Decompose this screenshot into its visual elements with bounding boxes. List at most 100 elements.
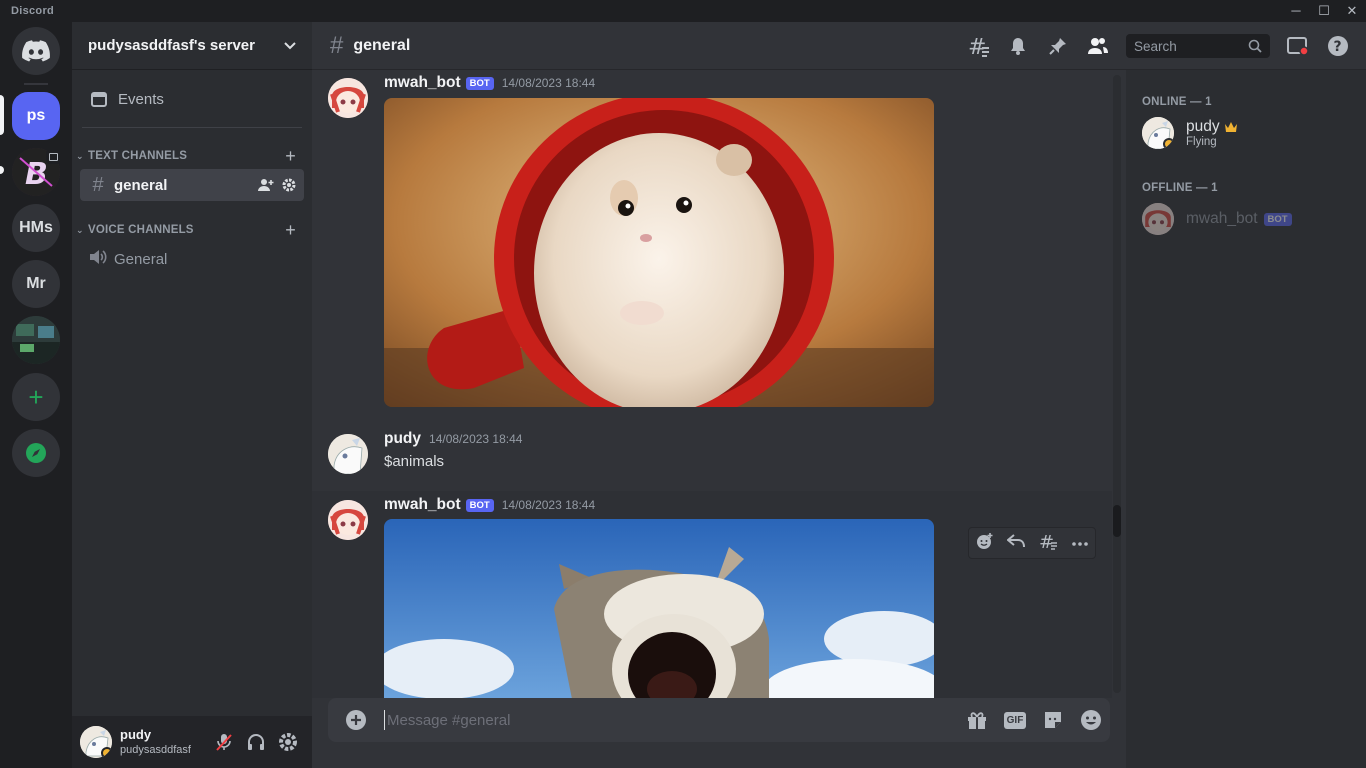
avatar[interactable] xyxy=(80,726,112,758)
image-attachment-hamster[interactable] xyxy=(384,98,934,407)
channel-name: general xyxy=(114,176,168,194)
member-list-button[interactable] xyxy=(1086,34,1110,58)
message-author[interactable]: mwah_bot xyxy=(384,74,461,92)
message-input[interactable] xyxy=(384,710,958,730)
scrollbar-track[interactable] xyxy=(1113,75,1121,693)
deafen-button[interactable] xyxy=(240,726,272,758)
idle-status-icon xyxy=(1163,138,1174,149)
create-channel-icon[interactable]: + xyxy=(285,220,296,241)
crown-icon xyxy=(1224,122,1237,132)
emoji-button[interactable] xyxy=(1072,704,1110,736)
minimize-button[interactable]: ─ xyxy=(1284,2,1308,20)
gift-button[interactable] xyxy=(958,704,996,736)
discord-home-button[interactable] xyxy=(12,27,60,75)
message: pudy 14/08/2023 18:44 $animals xyxy=(312,430,1112,480)
help-icon: ? xyxy=(1328,36,1348,56)
plus-icon: + xyxy=(28,381,44,412)
threads-button[interactable]: # xyxy=(966,34,990,58)
online-header: ONLINE — 1 xyxy=(1142,96,1212,108)
search-input[interactable]: Search xyxy=(1126,34,1270,58)
member-mwah-bot[interactable]: mwah_bot BOT xyxy=(1134,198,1358,240)
create-channel-icon[interactable]: + xyxy=(285,146,296,167)
avatar xyxy=(1142,203,1174,235)
close-button[interactable]: ✕ xyxy=(1340,2,1364,20)
emoji-icon xyxy=(1081,710,1101,730)
chevron-down-icon: ⌄ xyxy=(76,224,84,235)
invite-icon[interactable] xyxy=(258,178,274,192)
offline-header: OFFLINE — 1 xyxy=(1142,182,1218,194)
server-name: pudysasddfasf's server xyxy=(88,37,255,54)
category-label: TEXT CHANNELS xyxy=(88,150,188,162)
member-pudy[interactable]: pudy Flying xyxy=(1134,112,1358,154)
chat-header: # general # Search ? xyxy=(312,22,1366,70)
create-thread-icon[interactable]: # xyxy=(1038,531,1058,556)
gear-icon[interactable] xyxy=(282,178,296,192)
message-timestamp: 14/08/2023 18:44 xyxy=(501,76,596,90)
server-ps[interactable]: ps xyxy=(12,92,60,140)
avatar[interactable] xyxy=(328,500,368,540)
scrollbar-thumb[interactable] xyxy=(1113,505,1121,537)
events-link[interactable]: Events xyxy=(80,82,304,116)
chevron-down-icon xyxy=(284,41,296,49)
server-header[interactable]: pudysasddfasf's server xyxy=(72,22,312,70)
message: mwah_bot BOT 14/08/2023 18:44 xyxy=(312,74,1112,410)
category-text-channels[interactable]: ⌄ TEXT CHANNELS + xyxy=(76,146,308,166)
user-settings-button[interactable] xyxy=(272,726,304,758)
search-placeholder: Search xyxy=(1134,38,1177,54)
channel-general[interactable]: # general xyxy=(80,169,304,201)
more-options-icon[interactable] xyxy=(1071,534,1089,552)
inbox-button[interactable] xyxy=(1286,34,1310,58)
app-title: Discord xyxy=(11,5,55,17)
avatar[interactable] xyxy=(328,434,368,474)
member-status: Flying xyxy=(1186,136,1217,148)
separator xyxy=(24,83,48,85)
svg-text:B: B xyxy=(25,157,48,192)
microphone-muted-icon xyxy=(216,734,232,751)
explore-servers-button[interactable] xyxy=(12,429,60,477)
avatar xyxy=(1142,117,1174,149)
hashtag-icon: # xyxy=(330,31,344,59)
gif-label: GIF xyxy=(1003,711,1027,729)
bot-badge: BOT xyxy=(465,498,494,512)
inbox-icon xyxy=(1287,37,1309,56)
gear-icon xyxy=(279,733,297,751)
members-icon xyxy=(1088,38,1108,54)
bell-icon xyxy=(1011,38,1025,55)
sticker-icon xyxy=(1045,712,1061,728)
message-actions-toolbar: # xyxy=(968,527,1096,559)
channel-sidebar: pudysasddfasf's server Events ⌄ TEXT CHA… xyxy=(72,22,312,768)
notifications-button[interactable] xyxy=(1006,34,1030,58)
chat-area: # general # Search ? mwah_bot BOT 14/08/… xyxy=(312,22,1366,768)
reply-icon[interactable] xyxy=(1005,533,1025,554)
message-author[interactable]: pudy xyxy=(384,430,421,448)
user-tag: pudysasddfasf xyxy=(120,744,191,756)
headphones-icon xyxy=(248,734,264,750)
server-photo[interactable] xyxy=(12,316,60,364)
server-hms[interactable]: HMs xyxy=(12,204,60,252)
pinned-messages-button[interactable] xyxy=(1046,34,1070,58)
server-mr[interactable]: Mr xyxy=(12,260,60,308)
voice-channel-general[interactable]: General xyxy=(80,243,304,275)
help-button[interactable]: ? xyxy=(1326,34,1350,58)
member-list: ONLINE — 1 pudy Flying OFFLINE — 1 mwah_… xyxy=(1126,70,1366,768)
image-attachment-pop-cat[interactable] xyxy=(384,519,934,698)
message-author[interactable]: mwah_bot xyxy=(384,496,461,514)
category-voice-channels[interactable]: ⌄ VOICE CHANNELS + xyxy=(76,220,308,240)
message-timestamp: 14/08/2023 18:44 xyxy=(429,432,523,446)
member-name: pudy xyxy=(1186,118,1220,135)
sticker-button[interactable] xyxy=(1034,704,1072,736)
add-reaction-icon[interactable] xyxy=(976,532,994,555)
bot-badge: BOT xyxy=(465,76,494,90)
maximize-button[interactable]: ☐ xyxy=(1312,2,1336,20)
events-label: Events xyxy=(118,90,164,108)
add-server-button[interactable]: + xyxy=(12,373,60,421)
plus-circle-icon xyxy=(346,710,366,730)
gif-button[interactable]: GIF xyxy=(996,704,1034,736)
bot-badge: BOT xyxy=(1263,212,1292,226)
message-list: mwah_bot BOT 14/08/2023 18:44 pudy 14/08… xyxy=(312,70,1126,698)
avatar[interactable] xyxy=(328,78,368,118)
pin-icon xyxy=(1049,38,1066,55)
mute-button[interactable] xyxy=(208,726,240,758)
title-bar: Discord ─ ☐ ✕ xyxy=(0,0,1366,22)
upload-button[interactable] xyxy=(328,709,384,731)
